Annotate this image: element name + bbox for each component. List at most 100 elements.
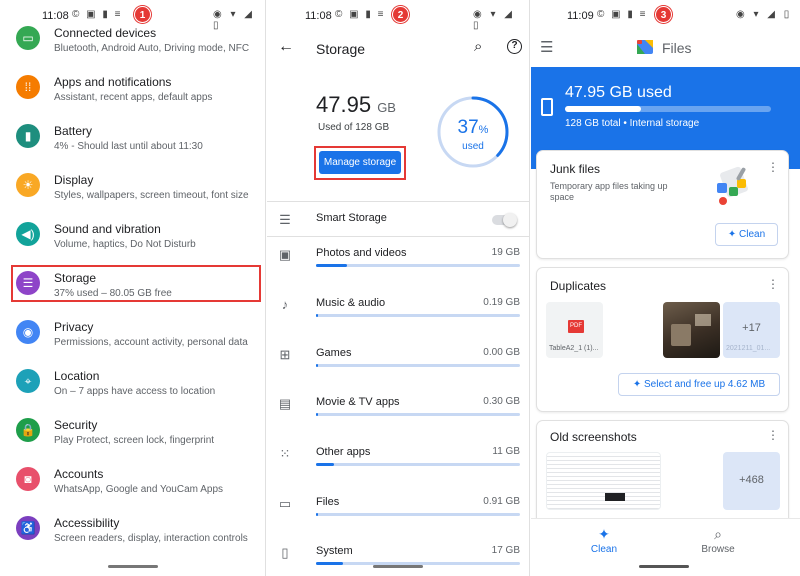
junk-title: Junk files — [550, 162, 601, 176]
settings-item-subtitle: WhatsApp, Google and YouCam Apps — [54, 484, 224, 495]
settings-item-title: Display — [54, 173, 94, 187]
settings-item-location[interactable]: ⌖ Location On – 7 apps have access to loca… — [16, 369, 256, 415]
settings-item-title: Privacy — [54, 320, 94, 334]
settings-item-title: Apps and notifications — [54, 75, 172, 89]
games-icon: ⊞ — [279, 347, 291, 362]
category-label: Other apps — [316, 446, 371, 458]
battery-icon: ▮ — [16, 124, 40, 148]
search-icon[interactable]: ⌕ — [474, 38, 482, 55]
pdf-icon: PDF — [568, 320, 584, 333]
category-bar-fill — [316, 562, 343, 565]
storage-category-music[interactable]: ♪ Music & audio 0.19 GB — [267, 297, 529, 343]
storage-category-files-folder[interactable]: ▭ Files 0.91 GB — [267, 496, 529, 542]
more-vert-icon[interactable]: ⋮ — [767, 428, 779, 442]
privacy-icon: ◉ — [16, 320, 40, 344]
toggle-knob — [503, 213, 517, 227]
files-logo-icon — [636, 38, 654, 56]
settings-item-title: Security — [54, 418, 98, 432]
clean-button[interactable]: ✦ Clean — [715, 223, 778, 246]
screenshots-more-count: +468 — [739, 474, 764, 486]
sound-icon: ◀) — [16, 222, 40, 246]
storage-category-movie[interactable]: ▤ Movie & TV apps 0.30 GB — [267, 396, 529, 442]
select-free-up-button[interactable]: ✦ Select and free up 4.62 MB — [618, 373, 780, 396]
settings-item-title: Accounts — [54, 467, 104, 481]
nav-tab-browse[interactable]: ⌕ Browse — [683, 519, 753, 555]
storage-category-other-apps[interactable]: ⁙ Other apps 11 GB — [267, 446, 529, 492]
storage-screen: 11:08 © ▣ ▮ ≡ 2 ◉ ▾ ◢ ▯ ← Storage ⌕ ? 47… — [267, 0, 530, 576]
settings-item-privacy[interactable]: ◉ Privacy Permissions, account activity, p… — [16, 320, 256, 366]
other-apps-icon: ⁙ — [279, 446, 291, 461]
settings-item-security[interactable]: 🔒 Security Play Protect, screen lock, fing… — [16, 418, 256, 464]
junk-subtitle: Temporary app files taking up space — [550, 181, 668, 202]
app-bar: ← Storage ⌕ ? — [267, 32, 529, 64]
category-bar-fill — [316, 314, 318, 317]
files-logo-graphic — [637, 40, 653, 54]
screenshot-thumb[interactable] — [546, 452, 661, 510]
junk-files-card[interactable]: Junk files Temporary app files taking up… — [536, 150, 789, 259]
storage-category-games[interactable]: ⊞ Games 0.00 GB — [267, 347, 529, 393]
files-total: 128 GB total • Internal storage — [565, 118, 700, 129]
apps-icon: ⁞⁞ — [16, 75, 40, 99]
settings-item-accessibility[interactable]: ♿ Accessibility Screen readers, display, i… — [16, 516, 256, 562]
settings-item-apps[interactable]: ⁞⁞ Apps and notifications Assistant, recen… — [16, 75, 256, 121]
settings-item-subtitle: 4% - Should last until about 11:30 — [54, 141, 203, 152]
category-label: Photos and videos — [316, 247, 407, 259]
nav-tab-clean[interactable]: ✦ Clean — [569, 519, 639, 555]
screenshots-title: Old screenshots — [550, 430, 637, 444]
settings-item-battery[interactable]: ▮ Battery 4% - Should last until about 11:… — [16, 124, 256, 170]
manage-storage-button[interactable]: Manage storage — [319, 151, 401, 174]
duplicate-thumb-pdf[interactable]: PDF TableA2_1 (1)... — [546, 302, 603, 358]
devices-icon: ▭ — [16, 26, 40, 50]
settings-item-display[interactable]: ☀ Display Styles, wallpapers, screen timeo… — [16, 173, 256, 219]
clean-nav-icon: ✦ — [598, 526, 610, 542]
settings-item-accounts[interactable]: ◙ Accounts WhatsApp, Google and YouCam App… — [16, 467, 256, 513]
category-label: Movie & TV apps — [316, 396, 400, 408]
duplicates-more-count: +17 — [742, 322, 761, 334]
gesture-nav-pill[interactable] — [373, 565, 423, 568]
menu-icon[interactable]: ☰ — [540, 38, 553, 56]
settings-item-subtitle: Permissions, account activity, personal … — [54, 337, 248, 348]
help-icon[interactable]: ? — [507, 39, 522, 54]
page-title: Storage — [316, 41, 366, 57]
duplicate-thumb-photo[interactable] — [663, 302, 720, 358]
settings-item-devices[interactable]: ▭ Connected devices Bluetooth, Android Aut… — [16, 26, 256, 72]
more-vert-icon[interactable]: ⋮ — [767, 160, 779, 174]
back-arrow-icon[interactable]: ← — [278, 38, 294, 56]
category-bar — [316, 513, 520, 516]
smart-storage-icon: ☰ — [279, 212, 291, 227]
photo-detail — [695, 314, 711, 326]
more-vert-icon[interactable]: ⋮ — [767, 277, 779, 291]
used-storage-amount: 47.95 GB — [316, 92, 396, 118]
settings-item-subtitle: Play Protect, screen lock, fingerprint — [54, 435, 215, 446]
ring-percent-value: 37 — [457, 117, 479, 138]
status-time: 11:08 — [305, 10, 332, 22]
settings-item-sound[interactable]: ◀) Sound and vibration Volume, haptics, Do… — [16, 222, 256, 268]
storage-category-system[interactable]: ▯ System 17 GB — [267, 545, 529, 576]
category-bar — [316, 314, 520, 317]
nav-tab-label: Clean — [590, 544, 618, 555]
smart-storage-toggle[interactable] — [492, 213, 517, 227]
system-icon: ▯ — [281, 545, 289, 560]
old-screenshots-card[interactable]: Old screenshots ⋮ +468 — [536, 420, 789, 530]
duplicate-thumb-more[interactable]: +17 2021211_01... — [723, 302, 780, 358]
select-free-up-label: Select and free up 4.62 MB — [643, 379, 766, 390]
category-bar — [316, 413, 520, 416]
gesture-nav-pill[interactable] — [639, 565, 689, 568]
step-badge: 3 — [655, 6, 672, 23]
duplicates-card[interactable]: Duplicates ⋮ PDF TableA2_1 (1)... +17 20… — [536, 267, 789, 412]
photos-icon: ▣ — [278, 247, 292, 262]
accounts-icon: ◙ — [16, 467, 40, 491]
smart-storage-label: Smart Storage — [316, 212, 387, 224]
divider — [267, 201, 529, 202]
notification-icons: © ▣ ▮ ≡ — [335, 9, 386, 20]
category-bar-fill — [316, 364, 318, 367]
gesture-nav-pill[interactable] — [108, 565, 158, 568]
category-label: Files — [316, 496, 340, 508]
category-bar — [316, 264, 520, 267]
status-bar: 11:09 © ▣ ▮ ≡ 3 ◉ ▾ ◢ ▯ — [531, 0, 800, 32]
display-icon: ☀ — [16, 173, 40, 197]
notification-icons: © ▣ ▮ ≡ — [72, 9, 123, 20]
screenshots-thumb-more[interactable]: +468 — [723, 452, 780, 510]
storage-category-photos[interactable]: ▣ Photos and videos 19 GB — [267, 247, 529, 293]
category-bar-fill — [316, 513, 319, 516]
